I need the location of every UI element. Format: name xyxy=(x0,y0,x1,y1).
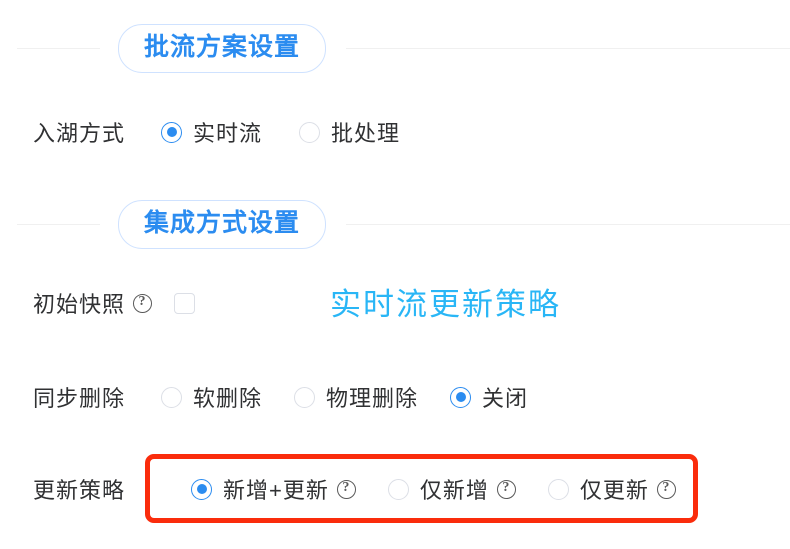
radio-option-soft-delete[interactable]: 软删除 xyxy=(161,381,262,413)
help-circle-icon-update-only[interactable]: ? xyxy=(656,479,676,499)
radio-option-realtime-stream[interactable]: 实时流 xyxy=(161,116,262,148)
label-initial-snapshot-text: 初始快照 xyxy=(33,292,126,317)
radio-dot-physical-delete[interactable] xyxy=(294,386,316,408)
radio-label-update-only-text: 仅更新 xyxy=(579,478,649,503)
radio-dot-realtime-stream[interactable] xyxy=(161,121,182,143)
form-row-sync-delete: 同步删除 软删除 物理删除 关闭 xyxy=(0,377,790,417)
radio-label-update-only: 仅更新 ? xyxy=(580,473,676,505)
help-glyph: ? xyxy=(502,480,511,495)
help-circle-icon-insert-update[interactable]: ? xyxy=(336,479,356,499)
radio-dot-soft-delete[interactable] xyxy=(161,386,182,408)
help-glyph: ? xyxy=(138,294,147,309)
help-circle-icon-insert-only[interactable]: ? xyxy=(496,479,516,499)
radio-option-batch-process[interactable]: 批处理 xyxy=(299,116,400,148)
help-glyph: ? xyxy=(342,480,351,495)
section-header-batch-stream-plan: 批流方案设置 xyxy=(0,23,790,73)
divider-line-left xyxy=(17,47,100,49)
divider-line-right xyxy=(346,47,790,49)
radio-option-update-only[interactable]: 仅更新 ? xyxy=(547,473,676,505)
section-title-batch-stream-plan: 批流方案设置 xyxy=(118,23,327,73)
label-sync-delete: 同步删除 xyxy=(33,386,126,411)
radio-label-insert-update-text: 新增+更新 xyxy=(223,478,329,503)
radio-dot-disabled[interactable] xyxy=(450,386,472,408)
help-glyph: ? xyxy=(662,480,671,495)
radio-option-disabled[interactable]: 关闭 xyxy=(450,381,528,413)
section-title-integration-mode: 集成方式设置 xyxy=(118,199,327,249)
radio-label-soft-delete: 软删除 xyxy=(193,386,263,411)
radio-label-insert-update: 新增+更新 ? xyxy=(223,473,356,505)
radio-label-realtime-stream: 实时流 xyxy=(193,121,263,146)
divider-line-right-2 xyxy=(346,223,790,225)
radio-dot-batch-process[interactable] xyxy=(299,121,321,143)
radio-option-insert-only[interactable]: 仅新增 ? xyxy=(387,473,516,505)
radio-dot-insert-only[interactable] xyxy=(387,478,409,500)
radio-label-disabled: 关闭 xyxy=(482,386,529,411)
radio-dot-update-only[interactable] xyxy=(547,478,569,500)
annotation-realtime-update-strategy: 实时流更新策略 xyxy=(330,287,561,322)
radio-group-sync-delete: 软删除 物理删除 关闭 xyxy=(161,381,528,413)
radio-dot-insert-update[interactable] xyxy=(191,478,212,500)
checkbox-initial-snapshot[interactable] xyxy=(174,292,196,314)
radio-option-physical-delete[interactable]: 物理删除 xyxy=(294,381,418,413)
form-page: 批流方案设置 入湖方式 实时流 批处理 集成方式设置 初始快照 ? 实时流更新策… xyxy=(0,0,790,549)
radio-group-update-strategy: 新增+更新 ? 仅新增 ? 仅更新 ? xyxy=(191,473,676,505)
divider-line-left-2 xyxy=(17,223,100,225)
radio-label-insert-only-text: 仅新增 xyxy=(419,478,489,503)
help-circle-icon-initial-snapshot[interactable]: ? xyxy=(133,293,153,313)
form-row-ingest-mode: 入湖方式 实时流 批处理 xyxy=(0,112,790,152)
radio-label-insert-only: 仅新增 ? xyxy=(420,473,516,505)
radio-option-insert-update[interactable]: 新增+更新 ? xyxy=(191,473,356,505)
radio-label-batch-process: 批处理 xyxy=(331,121,401,146)
checkbox-group-initial-snapshot xyxy=(174,292,196,314)
section-header-integration-mode: 集成方式设置 xyxy=(0,199,790,249)
radio-group-ingest-mode: 实时流 批处理 xyxy=(161,116,400,148)
label-update-strategy: 更新策略 xyxy=(33,478,126,503)
radio-label-physical-delete: 物理删除 xyxy=(326,386,419,411)
form-row-update-strategy: 更新策略 新增+更新 ? 仅新增 ? 仅更新 ? xyxy=(0,469,790,509)
label-initial-snapshot: 初始快照 ? xyxy=(33,287,153,319)
label-ingest-mode: 入湖方式 xyxy=(33,121,126,146)
